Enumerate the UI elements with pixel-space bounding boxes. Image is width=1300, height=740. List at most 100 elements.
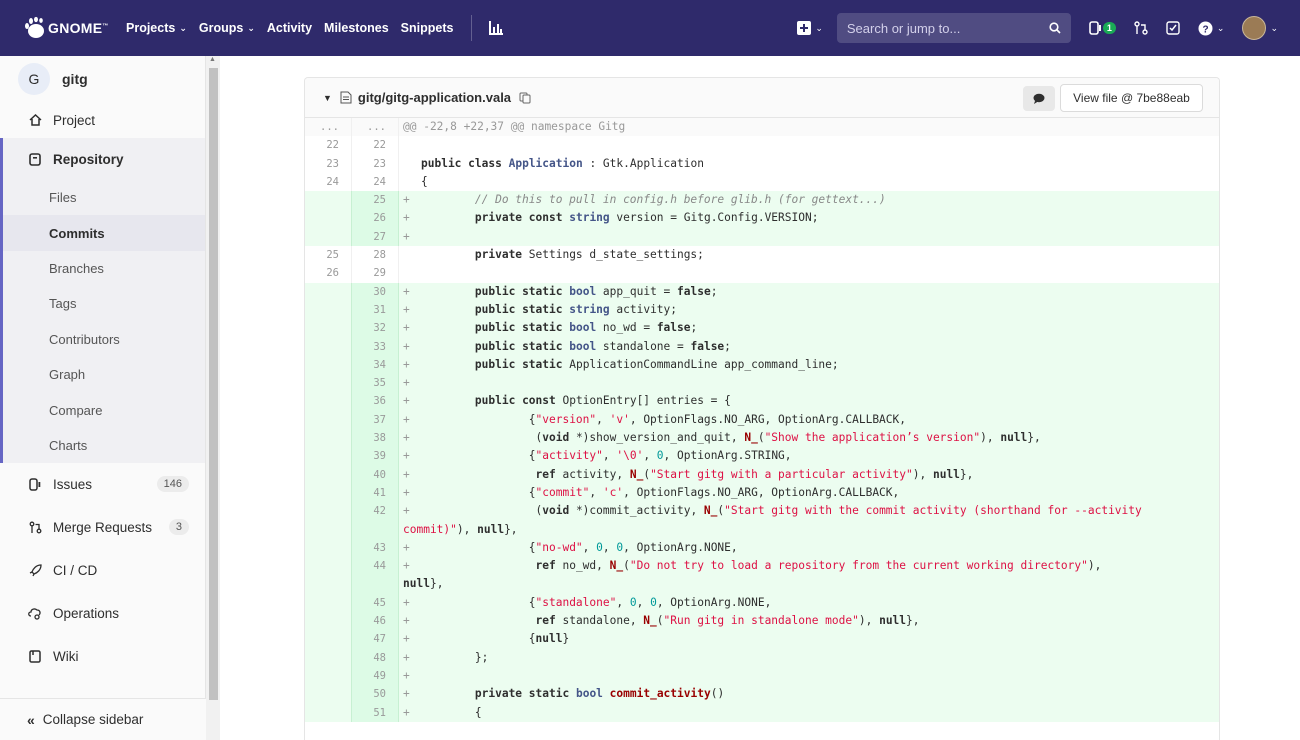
old-line-number[interactable] bbox=[305, 612, 352, 631]
new-line-number[interactable]: 30 bbox=[352, 282, 399, 301]
old-line-number[interactable]: 25 bbox=[305, 246, 352, 265]
old-line-number[interactable] bbox=[305, 483, 352, 503]
new-line-number[interactable]: 37 bbox=[352, 410, 399, 430]
old-line-number[interactable] bbox=[305, 538, 352, 558]
sidebar-item-project[interactable]: Project bbox=[0, 102, 205, 138]
sidebar-item-repository[interactable]: Repository bbox=[3, 138, 205, 180]
sidebar-subitem-compare[interactable]: Compare bbox=[3, 392, 205, 427]
old-line-number[interactable] bbox=[305, 429, 352, 448]
copy-icon[interactable] bbox=[519, 92, 531, 104]
new-line-number[interactable]: 33 bbox=[352, 337, 399, 356]
new-line-number[interactable]: 48 bbox=[352, 648, 399, 667]
new-line-number[interactable]: 39 bbox=[352, 447, 399, 466]
new-line-number[interactable]: 43 bbox=[352, 538, 399, 558]
nav-projects[interactable]: Projects ⌄ bbox=[126, 21, 187, 35]
old-line-number[interactable] bbox=[305, 465, 352, 484]
old-line-number[interactable] bbox=[305, 648, 352, 667]
sidebar-subitem-graph[interactable]: Graph bbox=[3, 357, 205, 392]
sidebar-scrollbar[interactable]: ▲ bbox=[206, 56, 220, 740]
new-line-number[interactable]: 40 bbox=[352, 465, 399, 484]
old-line-number[interactable] bbox=[305, 209, 352, 228]
old-line-number[interactable] bbox=[305, 300, 352, 320]
old-line-number[interactable] bbox=[305, 191, 352, 210]
old-line-number[interactable] bbox=[305, 666, 352, 686]
new-line-number[interactable]: 27 bbox=[352, 227, 399, 247]
issues-link[interactable]: 1 bbox=[1089, 21, 1116, 35]
new-line-number[interactable]: 50 bbox=[352, 685, 399, 704]
search-box[interactable] bbox=[836, 13, 1071, 43]
old-line-number[interactable] bbox=[305, 703, 352, 722]
sidebar-subitem-tags[interactable]: Tags bbox=[3, 286, 205, 321]
sidebar-subitem-charts[interactable]: Charts bbox=[3, 428, 205, 463]
view-file-button[interactable]: View file @ 7be88eab bbox=[1060, 84, 1203, 112]
sidebar-scrollbar-thumb[interactable] bbox=[209, 68, 218, 700]
new-line-number[interactable]: 51 bbox=[352, 703, 399, 722]
old-line-number[interactable] bbox=[305, 410, 352, 430]
project-header[interactable]: G gitg bbox=[0, 56, 205, 102]
sidebar-subitem-contributors[interactable]: Contributors bbox=[3, 322, 205, 357]
merge-requests-link[interactable] bbox=[1134, 21, 1148, 35]
caret-down-icon[interactable]: ▼ bbox=[323, 93, 332, 103]
new-line-number[interactable]: 42 bbox=[352, 502, 399, 539]
sidebar-item-issues[interactable]: Issues 146 bbox=[0, 463, 205, 505]
collapse-sidebar-button[interactable]: « Collapse sidebar bbox=[0, 698, 206, 740]
old-line-number[interactable] bbox=[305, 374, 352, 393]
new-line-number[interactable]: 45 bbox=[352, 593, 399, 613]
new-line-number[interactable]: 49 bbox=[352, 666, 399, 686]
new-line-number[interactable]: 23 bbox=[352, 154, 399, 173]
old-line-number[interactable] bbox=[305, 392, 352, 411]
new-line-number[interactable]: 28 bbox=[352, 246, 399, 265]
new-line-number[interactable]: 46 bbox=[352, 612, 399, 631]
new-line-number[interactable]: 29 bbox=[352, 264, 399, 283]
new-line-number[interactable]: 36 bbox=[352, 392, 399, 411]
file-path[interactable]: gitg/gitg-application.vala bbox=[358, 90, 511, 105]
old-line-number[interactable]: 23 bbox=[305, 154, 352, 173]
old-line-number[interactable] bbox=[305, 630, 352, 649]
new-line-number[interactable]: 24 bbox=[352, 172, 399, 192]
old-line-number[interactable]: 22 bbox=[305, 136, 352, 155]
nav-groups[interactable]: Groups ⌄ bbox=[199, 21, 255, 35]
new-line-number[interactable]: 35 bbox=[352, 374, 399, 393]
new-line-number[interactable]: 25 bbox=[352, 191, 399, 210]
old-line-number[interactable] bbox=[305, 355, 352, 375]
sidebar-item-operations[interactable]: Operations bbox=[0, 591, 205, 635]
new-line-number[interactable]: 26 bbox=[352, 209, 399, 228]
old-line-number[interactable] bbox=[305, 227, 352, 247]
search-input[interactable] bbox=[846, 20, 1027, 36]
old-line-number[interactable]: 26 bbox=[305, 264, 352, 283]
toggle-comments-button[interactable] bbox=[1023, 86, 1055, 111]
old-line-number[interactable] bbox=[305, 557, 352, 594]
chart-icon[interactable] bbox=[488, 20, 504, 36]
sidebar-subitem-branches[interactable]: Branches bbox=[3, 251, 205, 286]
old-line-number[interactable] bbox=[305, 685, 352, 704]
scroll-up-icon[interactable]: ▲ bbox=[209, 56, 216, 63]
old-line-number[interactable] bbox=[305, 282, 352, 301]
new-line-number[interactable]: ... bbox=[352, 118, 399, 137]
new-item-dropdown[interactable]: ⌄ bbox=[797, 21, 823, 35]
new-line-number[interactable]: 44 bbox=[352, 557, 399, 594]
new-line-number[interactable]: 34 bbox=[352, 355, 399, 375]
help-dropdown[interactable]: ? ⌄ bbox=[1198, 21, 1224, 36]
old-line-number[interactable] bbox=[305, 337, 352, 356]
new-line-number[interactable]: 47 bbox=[352, 630, 399, 649]
new-line-number[interactable]: 38 bbox=[352, 429, 399, 448]
nav-milestones[interactable]: Milestones bbox=[324, 21, 389, 35]
old-line-number[interactable] bbox=[305, 502, 352, 539]
old-line-number[interactable] bbox=[305, 319, 352, 338]
todos-link[interactable] bbox=[1166, 21, 1180, 35]
new-line-number[interactable]: 41 bbox=[352, 483, 399, 503]
sidebar-item-wiki[interactable]: Wiki bbox=[0, 635, 205, 677]
sidebar-item-merge-requests[interactable]: Merge Requests 3 bbox=[0, 505, 205, 549]
new-line-number[interactable]: 32 bbox=[352, 319, 399, 338]
old-line-number[interactable]: 24 bbox=[305, 172, 352, 192]
sidebar-subitem-files[interactable]: Files bbox=[3, 180, 205, 215]
sidebar-subitem-commits[interactable]: Commits bbox=[3, 215, 205, 251]
new-line-number[interactable]: 31 bbox=[352, 300, 399, 320]
nav-activity[interactable]: Activity bbox=[267, 21, 312, 35]
new-line-number[interactable]: 22 bbox=[352, 136, 399, 155]
old-line-number[interactable] bbox=[305, 593, 352, 613]
old-line-number[interactable] bbox=[305, 447, 352, 466]
brand-logo-link[interactable]: GNOME™ bbox=[22, 16, 126, 40]
sidebar-item-cicd[interactable]: CI / CD bbox=[0, 549, 205, 591]
old-line-number[interactable]: ... bbox=[305, 118, 352, 137]
